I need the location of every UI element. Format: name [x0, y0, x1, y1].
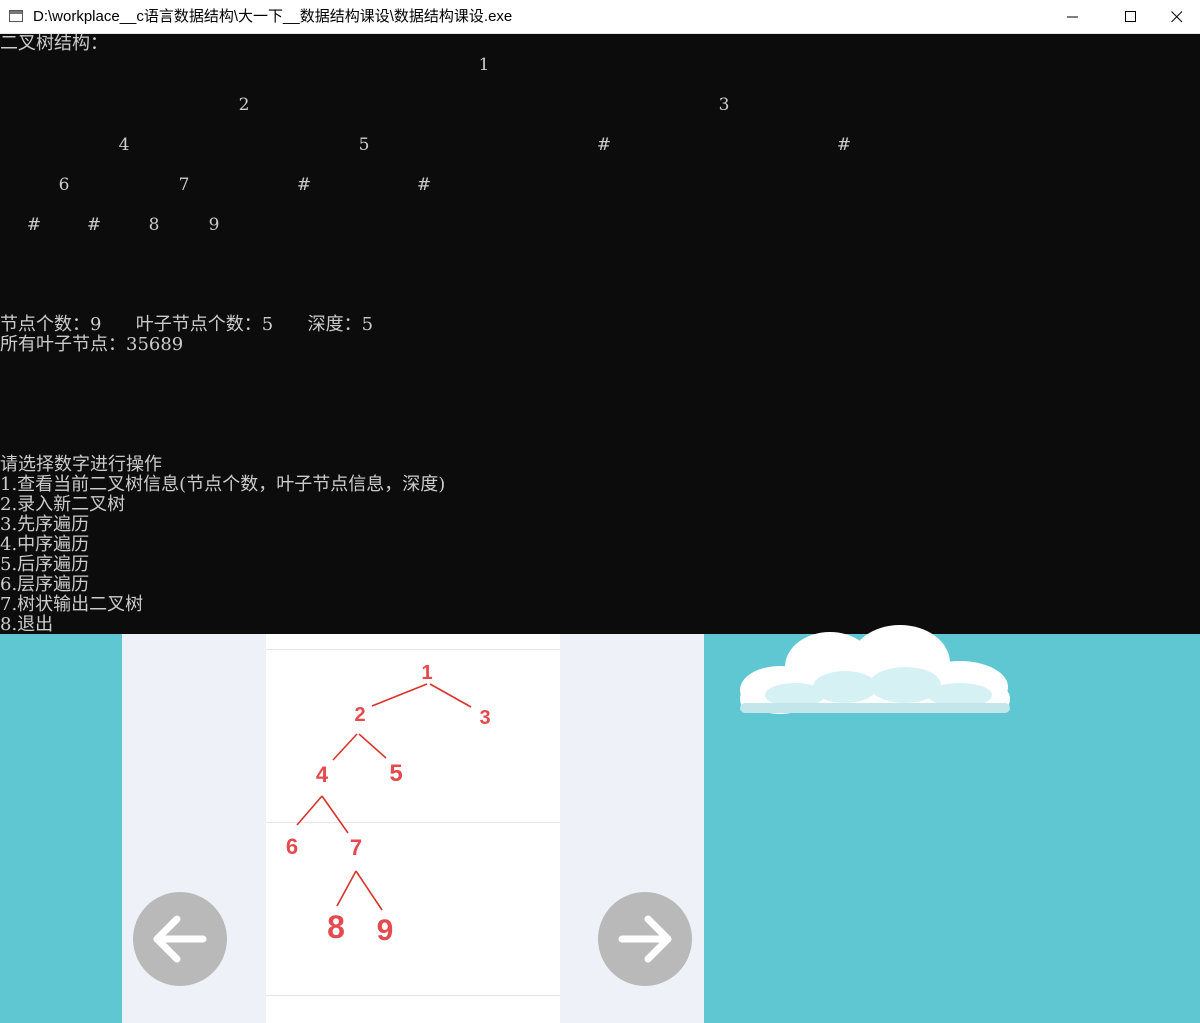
- cloud-decoration: [740, 625, 1010, 714]
- tree-node: 1: [478, 55, 490, 75]
- menu-item: 5.后序遍历: [0, 554, 90, 575]
- tree-node: 6: [58, 175, 70, 195]
- minimize-icon: [1067, 16, 1078, 18]
- leaves-line: 所有叶子节点：35689: [0, 334, 184, 355]
- tree-label-3: 3: [479, 707, 490, 729]
- tree-node: #: [26, 215, 42, 235]
- arrow-right-icon: [618, 915, 672, 963]
- previous-slide-button[interactable]: [133, 892, 227, 986]
- menu-prompt: 请选择数字进行操作: [0, 454, 162, 475]
- tree-node: 9: [208, 215, 220, 235]
- tree-node: 8: [148, 215, 160, 235]
- tree-label-8: 8: [327, 909, 345, 945]
- binary-tree-diagram: 1 2 3 4 5 6 7 8 9: [286, 662, 491, 947]
- minimize-button[interactable]: [1050, 0, 1096, 34]
- tree-node: 4: [118, 135, 130, 155]
- close-button[interactable]: [1154, 0, 1200, 34]
- tree-label-4: 4: [316, 762, 329, 787]
- tree-node: 5: [358, 135, 370, 155]
- tree-label-1: 1: [421, 662, 432, 684]
- menu-item: 1.查看当前二叉树信息(节点个数，叶子节点信息，深度): [0, 474, 446, 495]
- menu-item: 4.中序遍历: [0, 534, 90, 555]
- tree-label-5: 5: [389, 760, 402, 787]
- next-slide-button[interactable]: [598, 892, 692, 986]
- tree-node: #: [416, 175, 432, 195]
- tree-heading: 二叉树结构：: [0, 34, 108, 54]
- arrow-left-icon: [153, 915, 207, 963]
- console-app-icon: [9, 10, 23, 22]
- window-title-bar[interactable]: D:\workplace__c语言数据结构\大一下__数据结构课设\数据结构课设…: [0, 0, 1200, 34]
- tree-node: #: [836, 135, 852, 155]
- menu-item: 2.录入新二叉树: [0, 494, 126, 515]
- tree-label-6: 6: [286, 834, 298, 859]
- tree-node: #: [596, 135, 612, 155]
- maximize-icon: [1125, 11, 1136, 22]
- tree-label-7: 7: [350, 835, 362, 860]
- menu-item: 3.先序遍历: [0, 514, 90, 535]
- menu-item: 6.层序遍历: [0, 574, 90, 595]
- menu-item: 7.树状输出二叉树: [0, 594, 144, 615]
- window-title: D:\workplace__c语言数据结构\大一下__数据结构课设\数据结构课设…: [33, 8, 513, 25]
- tree-label-9: 9: [377, 914, 394, 947]
- tree-label-2: 2: [354, 704, 365, 726]
- console-output[interactable]: 二叉树结构： 1 2 3 4 5 # # 6 7 # # # # 8 9 节点个…: [0, 34, 1200, 634]
- tree-node: 2: [238, 95, 250, 115]
- maximize-button[interactable]: [1108, 0, 1154, 34]
- tree-node: 3: [718, 95, 730, 115]
- stats-line: 节点个数：9 叶子节点个数：5 深度：5: [0, 314, 374, 335]
- close-icon: [1171, 11, 1183, 23]
- tree-node: #: [86, 215, 102, 235]
- menu-item: 8.退出: [0, 614, 54, 635]
- tree-node: #: [296, 175, 312, 195]
- tree-node: 7: [178, 175, 190, 195]
